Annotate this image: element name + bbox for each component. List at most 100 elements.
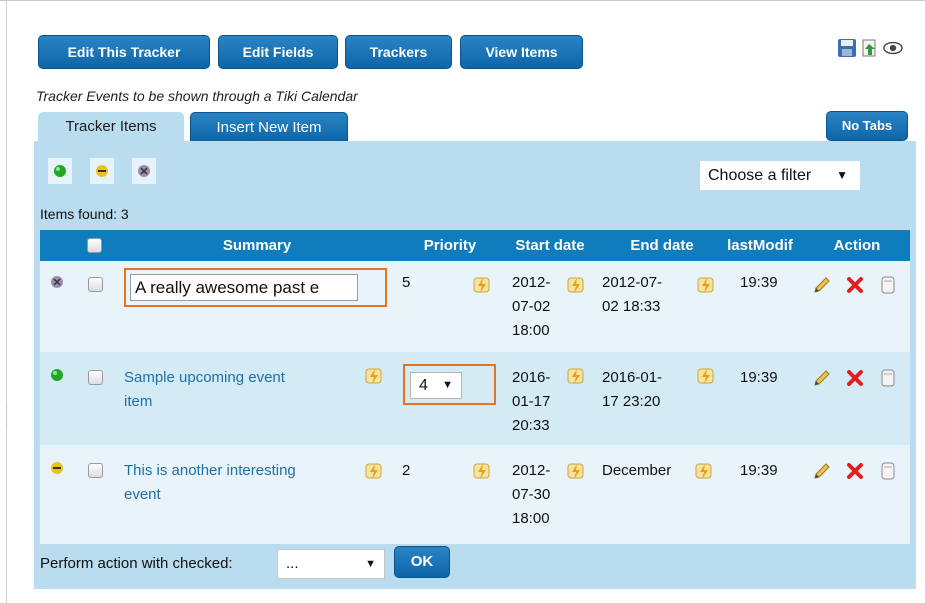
summary-link[interactable]: This is another interesting event	[124, 459, 296, 507]
pencil-edit-icon[interactable]	[812, 368, 832, 388]
lightning-edit-icon[interactable]	[472, 275, 492, 295]
pencil-edit-icon[interactable]	[812, 461, 832, 481]
priority-select-value: 4	[419, 377, 428, 394]
status-open-icon	[54, 165, 66, 177]
end-date-cell: 2016-01- 17 23:20	[602, 366, 662, 414]
delete-icon[interactable]	[845, 461, 865, 481]
priority-edit-highlight: 4 ▼	[403, 364, 496, 405]
start-date-line: 07-30	[512, 486, 551, 503]
start-date-cell: 2012- 07-02 18:00	[512, 271, 550, 343]
header-last-modif[interactable]: lastModif	[720, 230, 800, 261]
view-icon[interactable]	[883, 38, 903, 58]
start-date-line: 01-17	[512, 393, 551, 410]
header-summary[interactable]: Summary	[120, 230, 394, 261]
header-priority[interactable]: Priority	[410, 230, 490, 261]
tab-tracker-items[interactable]: Tracker Items	[38, 112, 184, 142]
filter-arrow-icon: ▼	[836, 168, 848, 182]
table-row: A really awesome past e 5 2012- 07-02 18…	[40, 261, 910, 352]
table-row: This is another interesting event 2 2012…	[40, 445, 910, 544]
lightning-edit-icon[interactable]	[696, 275, 716, 295]
end-date-line: 2012-07-	[602, 274, 663, 291]
lightning-edit-icon[interactable]	[364, 461, 384, 481]
trackers-button[interactable]: Trackers	[345, 35, 452, 69]
end-date-cell: December	[602, 459, 671, 483]
edit-fields-button[interactable]: Edit Fields	[218, 35, 338, 69]
status-closed-icon	[138, 165, 150, 177]
archive-icon[interactable]	[878, 461, 898, 481]
lightning-edit-icon[interactable]	[566, 275, 586, 295]
summary-input[interactable]: A really awesome past e	[130, 274, 358, 301]
start-date-line: 2016-	[512, 369, 551, 386]
end-date-line: 17 23:20	[602, 393, 661, 410]
table-header: Summary Priority Start date End date las…	[40, 230, 910, 261]
status-filter-open[interactable]	[48, 158, 72, 184]
lightning-edit-icon[interactable]	[694, 461, 714, 481]
summary-line: item	[124, 393, 153, 410]
last-modif-value: 19:39	[740, 369, 778, 386]
items-found-count: Items found: 3	[40, 206, 129, 222]
bulk-action-label: Perform action with checked:	[40, 555, 233, 572]
delete-icon[interactable]	[845, 275, 865, 295]
summary-link[interactable]: Sample upcoming event item	[124, 366, 285, 414]
last-modif-value: 19:39	[740, 462, 778, 479]
tracker-caption: Tracker Events to be shown through a Tik…	[36, 88, 358, 104]
start-date-line: 18:00	[512, 322, 550, 339]
frame-top-border	[0, 0, 925, 1]
start-date-line: 2012-	[512, 462, 551, 479]
row-checkbox[interactable]	[88, 370, 103, 385]
delete-icon[interactable]	[845, 368, 865, 388]
row-checkbox[interactable]	[88, 463, 103, 478]
header-start-date[interactable]: Start date	[500, 230, 600, 261]
status-pending-icon	[51, 462, 63, 474]
lightning-edit-icon[interactable]	[364, 366, 384, 386]
summary-line: This is another interesting	[124, 462, 296, 479]
top-icon-group	[837, 38, 903, 58]
header-end-date[interactable]: End date	[612, 230, 712, 261]
lightning-edit-icon[interactable]	[696, 366, 716, 386]
frame-edge-mark	[0, 403, 7, 429]
priority-select[interactable]: 4 ▼	[410, 372, 462, 399]
bulk-action-select[interactable]: ... ▼	[277, 549, 385, 579]
summary-edit-highlight: A really awesome past e	[124, 268, 387, 307]
view-items-button[interactable]: View Items	[460, 35, 583, 69]
lightning-edit-icon[interactable]	[566, 461, 586, 481]
row-checkbox[interactable]	[88, 277, 103, 292]
end-date-line: 2016-01-	[602, 369, 663, 386]
end-date-line: December	[602, 462, 672, 479]
lightning-edit-icon[interactable]	[472, 461, 492, 481]
priority-value: 2	[402, 462, 411, 479]
end-date-line: 02 18:33	[602, 298, 661, 315]
select-all-checkbox[interactable]	[87, 238, 102, 253]
archive-icon[interactable]	[878, 368, 898, 388]
status-filter-closed[interactable]	[132, 158, 156, 184]
start-date-line: 18:00	[512, 510, 550, 527]
no-tabs-button[interactable]: No Tabs	[826, 111, 908, 141]
pencil-edit-icon[interactable]	[812, 275, 832, 295]
select-arrow-icon: ▼	[365, 558, 376, 570]
ok-button[interactable]: OK	[394, 546, 450, 578]
header-action: Action	[833, 237, 881, 254]
last-modif-value: 19:39	[740, 274, 778, 291]
lightning-edit-icon[interactable]	[566, 366, 586, 386]
archive-icon[interactable]	[878, 275, 898, 295]
status-filter-pending[interactable]	[90, 158, 114, 184]
frame-left-border	[6, 0, 7, 603]
start-date-line: 20:33	[512, 417, 550, 434]
filter-label: Choose a filter	[708, 167, 812, 184]
status-open-icon	[51, 369, 63, 381]
select-arrow-icon: ▼	[442, 379, 453, 391]
start-date-cell: 2012- 07-30 18:00	[512, 459, 550, 531]
priority-value: 5	[402, 274, 411, 291]
status-pending-icon	[96, 165, 108, 177]
status-closed-icon	[51, 276, 63, 288]
export-icon[interactable]	[860, 38, 880, 58]
start-date-line: 2012-	[512, 274, 551, 291]
start-date-line: 07-02	[512, 298, 551, 315]
tab-insert-new-item[interactable]: Insert New Item	[190, 112, 348, 142]
bulk-action-value: ...	[286, 555, 299, 572]
filter-dropdown[interactable]: Choose a filter ▼	[700, 161, 860, 190]
edit-tracker-button[interactable]: Edit This Tracker	[38, 35, 210, 69]
save-icon[interactable]	[837, 38, 857, 58]
end-date-cell: 2012-07- 02 18:33	[602, 271, 662, 319]
summary-line: Sample upcoming event	[124, 369, 285, 386]
